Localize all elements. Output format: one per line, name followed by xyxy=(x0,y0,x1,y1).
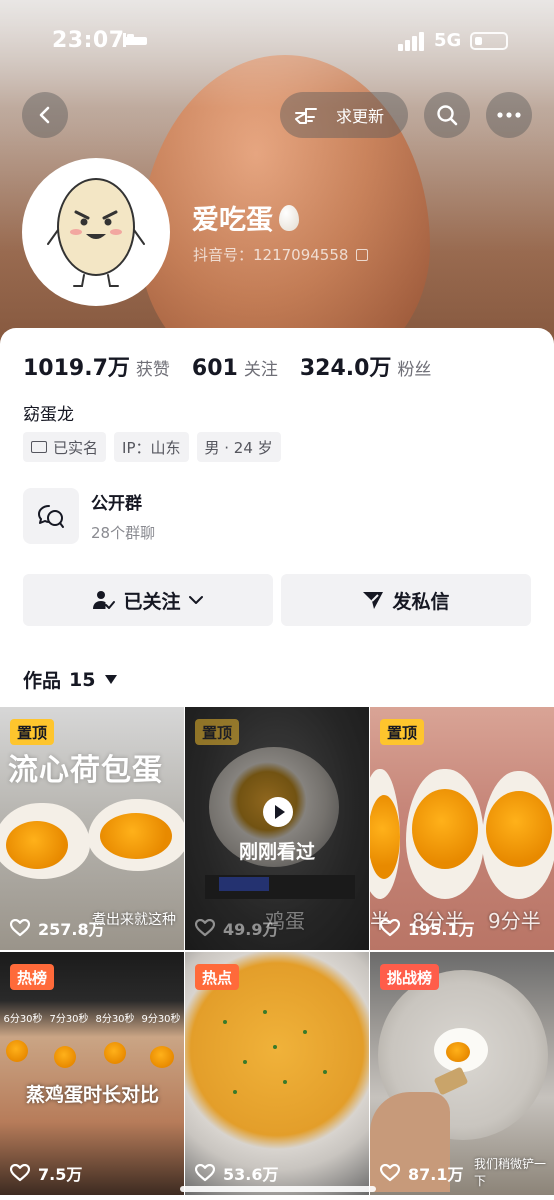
like-count: 257.8万 xyxy=(10,916,105,940)
trending-badge: 热点 xyxy=(195,964,240,990)
cover-title: 流心荷包蛋 xyxy=(8,753,163,788)
avatar[interactable] xyxy=(22,158,170,306)
like-count: 49.9万 xyxy=(195,916,278,940)
paper-plane-icon xyxy=(363,592,384,609)
profile-actions: 已关注 发私信 xyxy=(23,574,531,626)
douyin-id[interactable]: 抖音号：1217094558 xyxy=(193,244,369,265)
search-icon xyxy=(437,105,458,126)
like-count: 195.1万 xyxy=(380,916,475,940)
profile-nickname: 爱吃蛋 xyxy=(192,198,299,237)
video-tile[interactable]: 6分30秒 7分30秒 8分30秒 9分30秒 热榜 蒸鸡蛋时长对比 7.5万 xyxy=(0,952,184,1195)
heart-outline-icon xyxy=(195,1164,215,1182)
video-tile[interactable]: 挑战榜 我们稍微铲一下 87.1万 xyxy=(370,952,554,1195)
video-grid: 置顶 流心荷包蛋 煮出来就这种 257.8万 置顶 刚刚看过 鸡蛋 49.9万 … xyxy=(0,707,554,1200)
battery-icon xyxy=(470,32,508,50)
profile-info-card: 1019.7万 获赞 601 关注 324.0万 粉丝 窈蛋龙 已实名 IP：山… xyxy=(0,328,554,708)
tag-verified[interactable]: 已实名 xyxy=(23,432,107,462)
profile-page: 23:07 5G 求更新 爱吃蛋 抖音号：1217094558 1019.7万 … xyxy=(0,0,554,1200)
back-button[interactable] xyxy=(22,92,68,138)
pinned-badge: 置顶 xyxy=(195,719,240,745)
heart-outline-icon xyxy=(195,919,215,937)
user-check-icon xyxy=(93,591,116,609)
challenge-badge: 挑战榜 xyxy=(380,964,440,990)
heart-outline-icon xyxy=(380,1164,400,1182)
send-message-button[interactable]: 发私信 xyxy=(281,574,531,626)
tag-gender-age: 男 · 24 岁 xyxy=(196,432,281,462)
play-icon xyxy=(263,797,293,827)
tag-ip-location: IP：山东 xyxy=(114,432,189,462)
status-time: 23:07 xyxy=(52,28,125,53)
profile-bio: 窈蛋龙 xyxy=(23,405,74,425)
status-bar: 23:07 5G xyxy=(0,0,554,84)
works-count: 15 xyxy=(69,668,96,691)
hot-list-badge: 热榜 xyxy=(10,964,55,990)
like-count: 53.6万 xyxy=(195,1161,278,1185)
stat-followers[interactable]: 324.0万 粉丝 xyxy=(300,350,432,382)
video-tile[interactable]: 热点 53.6万 xyxy=(185,952,369,1195)
home-indicator[interactable] xyxy=(180,1186,376,1192)
pointing-hand-icon xyxy=(295,108,317,124)
group-chat-title: 公开群 xyxy=(91,494,142,514)
video-tile[interactable]: 置顶 半 8分半 9分半 195.1万 xyxy=(370,707,554,950)
chevron-left-icon xyxy=(39,106,50,124)
chat-bubbles-icon xyxy=(38,505,64,528)
chevron-down-icon xyxy=(188,596,203,604)
heart-outline-icon xyxy=(10,1164,30,1182)
cover-caption: 我们稍微铲一下 xyxy=(474,1157,547,1188)
copy-icon[interactable] xyxy=(356,248,369,261)
network-type: 5G xyxy=(434,30,462,51)
group-chat-icon-wrap xyxy=(23,488,79,544)
followed-button[interactable]: 已关注 xyxy=(23,574,273,626)
works-tab[interactable]: 作品 15 xyxy=(23,666,118,693)
signal-icon xyxy=(398,32,424,51)
like-count: 7.5万 xyxy=(10,1161,82,1185)
request-update-label: 求更新 xyxy=(336,107,385,126)
recently-watched-label: 刚刚看过 xyxy=(238,841,315,863)
egg-cartoon-avatar-icon xyxy=(47,178,145,287)
request-update-button[interactable]: 求更新 xyxy=(280,92,408,138)
pinned-badge: 置顶 xyxy=(380,719,425,745)
sleep-mode-icon xyxy=(123,33,147,47)
pinned-badge: 置顶 xyxy=(10,719,55,745)
stat-following[interactable]: 601 关注 xyxy=(192,355,278,381)
video-tile[interactable]: 置顶 刚刚看过 鸡蛋 49.9万 xyxy=(185,707,369,950)
cover-caption: 9分半 xyxy=(488,909,541,933)
egg-emoji-icon xyxy=(279,204,299,231)
stat-likes[interactable]: 1019.7万 获赞 xyxy=(23,350,170,382)
group-chat-entry[interactable]: 公开群 28个群聊 xyxy=(23,488,155,544)
video-tile[interactable]: 置顶 流心荷包蛋 煮出来就这种 257.8万 xyxy=(0,707,184,950)
more-dots-icon xyxy=(497,112,521,118)
profile-stats: 1019.7万 获赞 601 关注 324.0万 粉丝 xyxy=(23,350,453,382)
group-chat-count: 28个群聊 xyxy=(91,524,156,542)
heart-outline-icon xyxy=(10,919,30,937)
id-card-icon xyxy=(31,441,47,453)
heart-outline-icon xyxy=(380,919,400,937)
search-button[interactable] xyxy=(424,92,470,138)
caret-down-icon xyxy=(105,675,118,684)
cover-title: 蒸鸡蛋时长对比 xyxy=(26,1084,160,1106)
profile-tags: 已实名 IP：山东 男 · 24 岁 xyxy=(23,432,289,462)
more-button[interactable] xyxy=(486,92,532,138)
like-count: 87.1万 xyxy=(380,1161,463,1185)
